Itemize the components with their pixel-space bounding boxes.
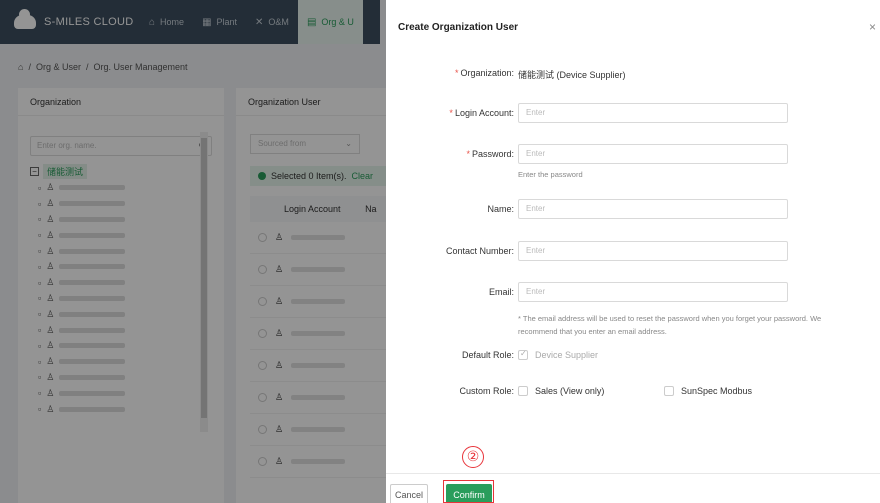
annotation-highlight-box <box>443 480 494 503</box>
email-hint-line-2: recommend that you enter an email addres… <box>518 327 667 336</box>
create-user-drawer: Create Organization User × * Organization… <box>386 0 880 503</box>
custom-role-sunspec-label[interactable]: SunSpec Modbus <box>681 386 752 396</box>
custom-role-label: Custom Role: <box>459 386 514 396</box>
email-input[interactable]: Enter <box>518 282 788 302</box>
name-label: Name: <box>487 204 514 214</box>
login-account-label: * Login Account: <box>449 108 514 118</box>
close-icon[interactable]: × <box>869 20 876 34</box>
email-label: Email: <box>488 287 514 297</box>
drawer-title: Create Organization User <box>398 22 519 33</box>
login-account-input[interactable]: Enter <box>518 103 788 123</box>
password-label: * Password: <box>466 149 514 159</box>
checkbox-icon[interactable] <box>518 386 528 396</box>
checkbox-checked-icon <box>518 349 528 360</box>
email-hint-line-1: * The email address will be used to rese… <box>518 314 822 323</box>
default-role-label: Default Role: <box>461 350 514 360</box>
annotation-step-number: ② <box>462 446 484 468</box>
name-input[interactable]: Enter <box>518 199 788 219</box>
modal-overlay[interactable] <box>0 0 386 503</box>
default-role-checkbox: Device Supplier <box>518 349 599 360</box>
custom-role-sales-checkbox[interactable]: Sales (View only) <box>518 386 604 396</box>
organization-label: * Organization: <box>454 68 514 78</box>
contact-number-label: Contact Number: <box>445 246 514 256</box>
custom-role-sales-label[interactable]: Sales (View only) <box>535 386 604 396</box>
default-role-value: Device Supplier <box>535 350 599 360</box>
organization-value: 储能测试 (Device Supplier) <box>518 70 626 80</box>
checkbox-icon[interactable] <box>664 386 674 396</box>
contact-number-input[interactable]: Enter <box>518 241 788 261</box>
password-hint: Enter the password <box>518 170 583 179</box>
password-input[interactable]: Enter <box>518 144 788 164</box>
cancel-button[interactable]: Cancel <box>390 484 428 503</box>
custom-role-sunspec-checkbox[interactable]: SunSpec Modbus <box>664 386 752 396</box>
